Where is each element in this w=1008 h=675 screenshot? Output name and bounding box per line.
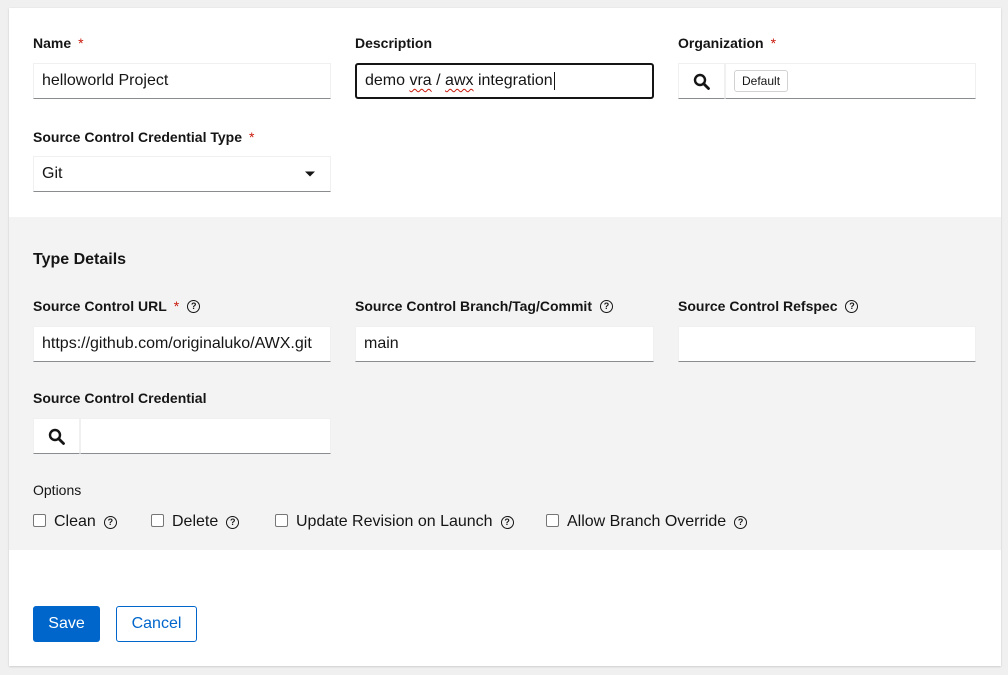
save-button[interactable]: Save	[33, 606, 100, 642]
options-label-text: Options	[33, 482, 82, 498]
refspec-label: Source Control Refspec ?	[678, 298, 859, 314]
question-circle-icon[interactable]: ?	[187, 299, 201, 313]
credential-type-label: Source Control Credential Type *	[33, 129, 254, 145]
question-circle-icon[interactable]: ?	[226, 515, 240, 529]
caret-down-icon	[305, 171, 315, 177]
option-label[interactable]: Delete	[172, 513, 218, 531]
description-label: Description	[355, 35, 432, 51]
name-input-value: helloworld Project	[42, 72, 169, 89]
credential-label: Source Control Credential	[33, 390, 206, 406]
type-details-section: Type Details Source Control URL * ? http…	[9, 217, 1001, 550]
allow-branch-override-checkbox[interactable]	[546, 513, 559, 527]
search-icon	[693, 73, 710, 90]
update-revision-checkbox[interactable]	[275, 513, 288, 527]
organization-search-button[interactable]	[678, 63, 725, 99]
organization-chip[interactable]: Default	[734, 70, 789, 92]
source-url-label: Source Control URL * ?	[33, 298, 201, 314]
required-marker: *	[770, 35, 777, 51]
option-clean[interactable]: Clean ?	[33, 513, 117, 531]
branch-value: main	[364, 335, 399, 352]
name-input[interactable]: helloworld Project	[33, 63, 331, 99]
question-circle-icon[interactable]: ?	[734, 515, 748, 529]
clean-checkbox[interactable]	[33, 513, 46, 527]
organization-input[interactable]: Default	[725, 63, 976, 99]
branch-label-text: Source Control Branch/Tag/Commit	[355, 298, 592, 314]
organization-label-text: Organization	[678, 35, 764, 51]
description-text-misspelled: vra	[409, 72, 432, 89]
option-delete[interactable]: Delete ?	[151, 513, 240, 531]
description-text: integration	[473, 72, 553, 89]
question-circle-icon[interactable]: ?	[103, 515, 117, 529]
cancel-button[interactable]: Cancel	[116, 606, 197, 642]
credential-input[interactable]	[80, 418, 331, 454]
option-update-revision[interactable]: Update Revision on Launch ?	[275, 513, 514, 531]
option-label[interactable]: Update Revision on Launch	[296, 513, 493, 531]
description-text: /	[431, 72, 446, 89]
option-label[interactable]: Allow Branch Override	[567, 513, 726, 531]
name-label: Name *	[33, 35, 84, 51]
refspec-input[interactable]	[678, 326, 976, 362]
description-label-text: Description	[355, 35, 433, 51]
source-url-value: https://github.com/originaluko/AWX.git	[42, 335, 312, 352]
organization-label: Organization *	[678, 35, 776, 51]
description-input[interactable]: demo vra / awx integration	[355, 63, 654, 99]
refspec-label-text: Source Control Refspec	[678, 298, 838, 314]
credential-label-text: Source Control Credential	[33, 390, 207, 406]
project-form-card: Name * helloworld Project Description de…	[9, 8, 1001, 666]
text-cursor	[553, 72, 555, 90]
question-circle-icon[interactable]: ?	[599, 299, 613, 313]
option-allow-branch-override[interactable]: Allow Branch Override ?	[546, 513, 748, 531]
required-marker: *	[249, 129, 255, 145]
description-text-misspelled: awx	[445, 72, 474, 89]
search-icon	[48, 428, 65, 445]
question-circle-icon[interactable]: ?	[500, 515, 514, 529]
required-marker: *	[173, 298, 180, 314]
name-label-text: Name	[33, 35, 72, 51]
branch-input[interactable]: main	[355, 326, 654, 362]
question-circle-icon[interactable]: ?	[845, 299, 859, 313]
option-label[interactable]: Clean	[54, 513, 96, 531]
credential-type-value: Git	[42, 165, 63, 182]
credential-search-button[interactable]	[33, 418, 80, 454]
options-label: Options	[33, 482, 81, 498]
delete-checkbox[interactable]	[151, 513, 164, 527]
source-url-label-text: Source Control URL	[33, 298, 167, 314]
source-url-input[interactable]: https://github.com/originaluko/AWX.git	[33, 326, 331, 362]
credential-type-label-text: Source Control Credential Type	[33, 129, 242, 145]
type-details-title: Type Details	[33, 251, 127, 268]
credential-type-select[interactable]: Git	[33, 156, 331, 192]
required-marker: *	[78, 35, 84, 51]
branch-label: Source Control Branch/Tag/Commit ?	[355, 298, 613, 314]
description-text: demo	[365, 72, 410, 89]
